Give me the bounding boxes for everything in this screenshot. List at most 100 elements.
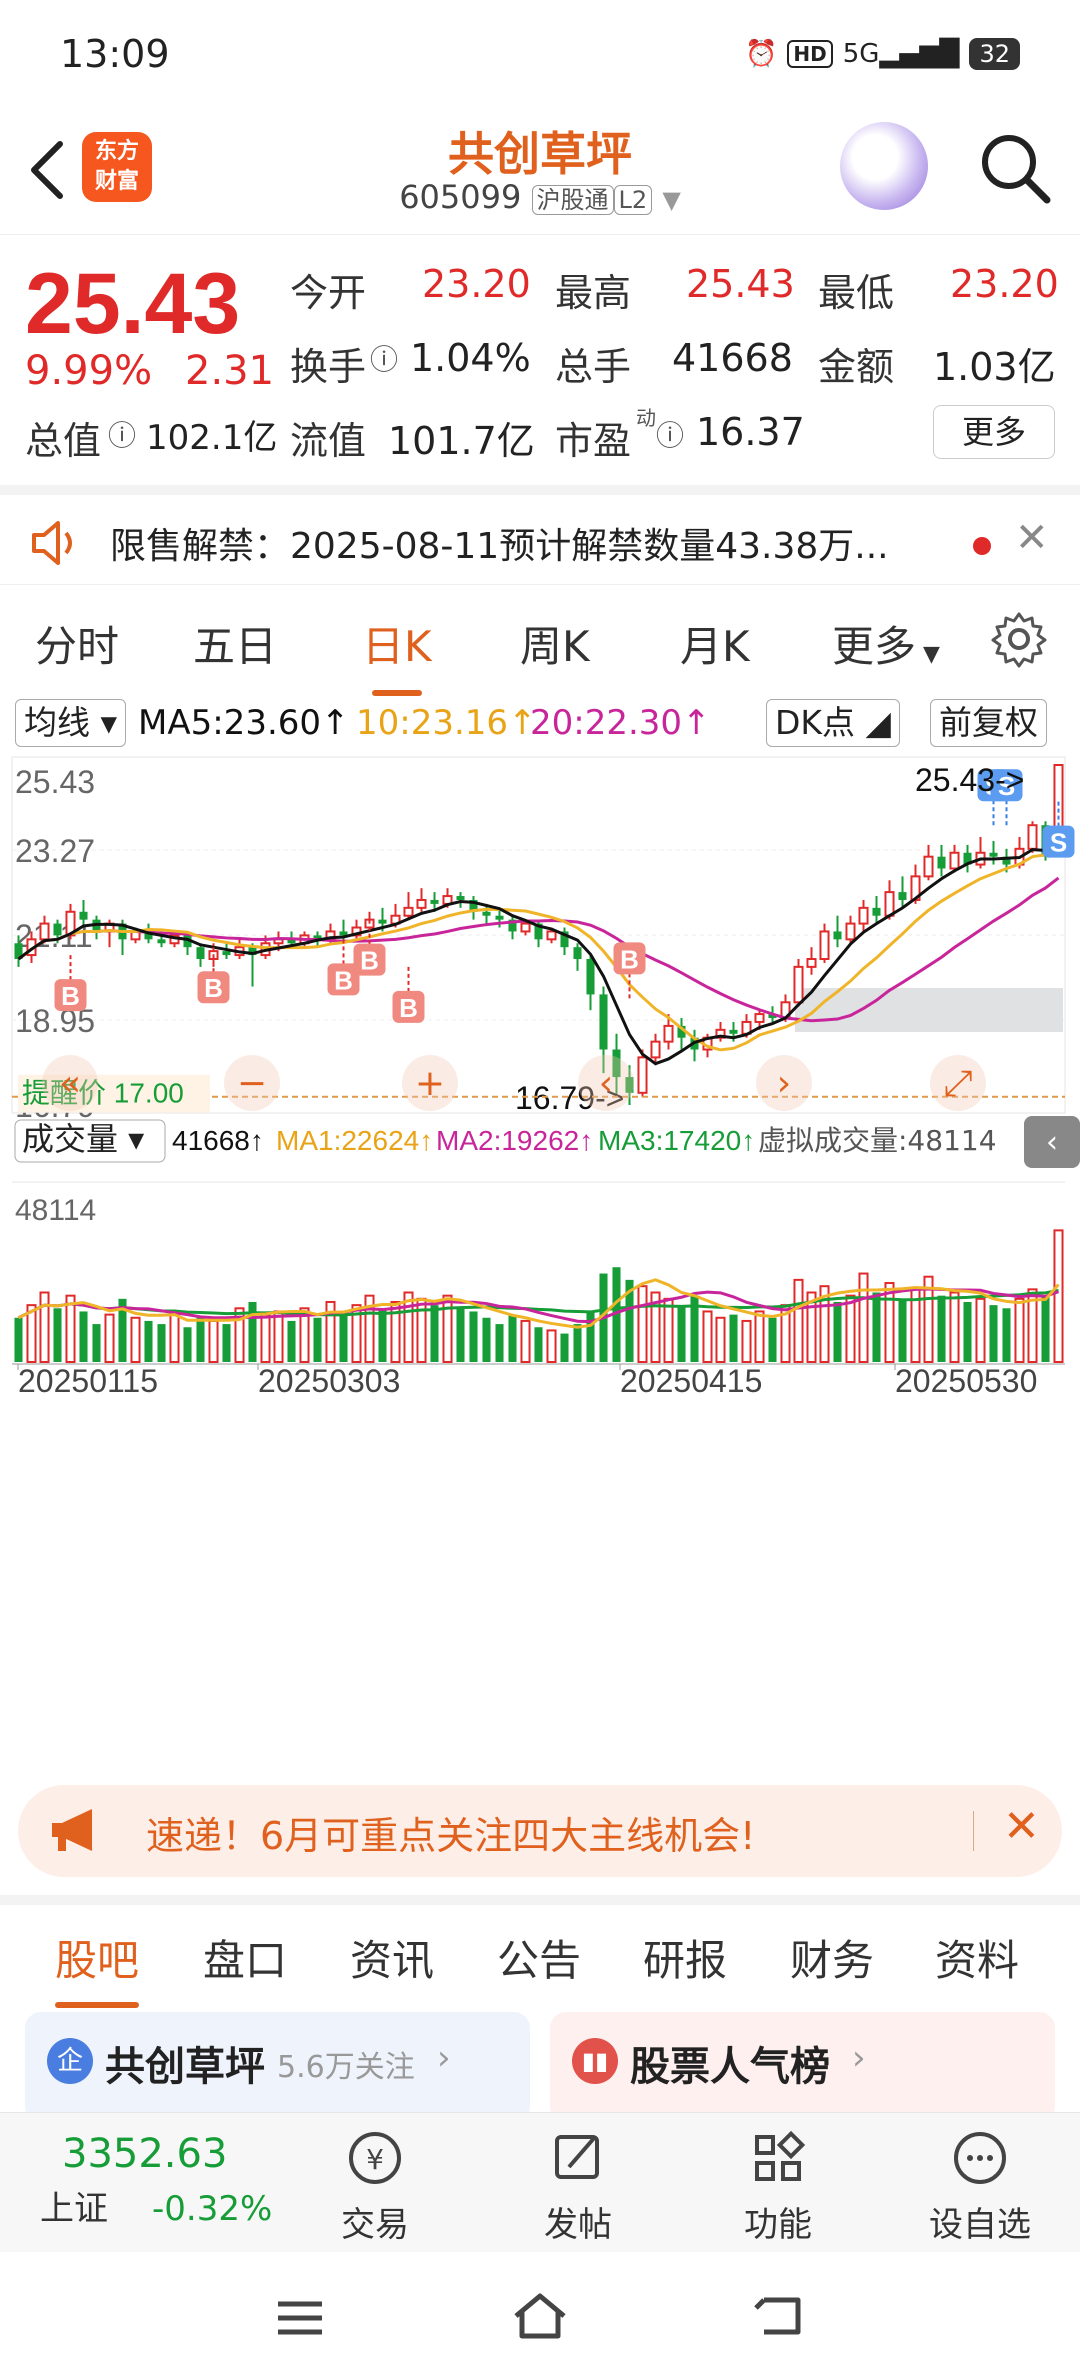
- tab-announcements[interactable]: 公告: [497, 1927, 581, 1988]
- volume-bar: [339, 1311, 348, 1362]
- volume-bar: [975, 1297, 986, 1363]
- trade-marker-letter: B: [620, 944, 639, 974]
- status-time: 13:09: [60, 32, 170, 76]
- volume-axis-label: 48114: [15, 1194, 96, 1227]
- volume-bar: [1041, 1295, 1050, 1362]
- tab-monthly-k[interactable]: 月K: [680, 613, 750, 674]
- vol-ma1-value: MA1:22624↑: [276, 1125, 433, 1156]
- volume-bar: [963, 1301, 972, 1362]
- volume-bar: [196, 1317, 205, 1362]
- info-icon[interactable]: ⓘ: [656, 414, 684, 454]
- close-icon[interactable]: ✕: [1003, 1801, 1040, 1852]
- status-icons: ⏰ HD 5G▂▄▆█ 32: [745, 38, 1020, 70]
- high-value: 25.43: [686, 262, 795, 306]
- promo-banner[interactable]: 速递！6月可重点关注四大主线机会! ✕: [18, 1785, 1062, 1877]
- svg-text:¥: ¥: [366, 2143, 384, 2176]
- index-ticker[interactable]: 3352.63 上证 -0.32%: [40, 2131, 300, 2230]
- enterprise-icon: 企: [47, 2038, 93, 2084]
- tab-daily-k[interactable]: 日K: [362, 613, 432, 696]
- tab-order-book[interactable]: 盘口: [203, 1927, 287, 1988]
- high-label: 最高: [555, 271, 632, 315]
- signal-icon: 5G▂▄▆█: [842, 39, 960, 69]
- pe-label: 市盈: [555, 419, 632, 463]
- volume-bar: [79, 1311, 88, 1362]
- volume-bar: [430, 1305, 439, 1362]
- volume-bar: [1053, 1229, 1064, 1364]
- tab-more[interactable]: 更多 ▼: [832, 613, 940, 674]
- amount-value: 1.03亿: [933, 345, 1056, 389]
- menu-icon[interactable]: [270, 2292, 330, 2342]
- close-icon[interactable]: ✕: [1015, 515, 1049, 561]
- chart-control-icon: +: [415, 1063, 445, 1104]
- candle-body: [79, 911, 88, 920]
- adjust-button[interactable]: 前复权: [930, 699, 1047, 747]
- tab-five-day[interactable]: 五日: [193, 613, 277, 674]
- pe-value: 16.37: [696, 410, 805, 454]
- trade-marker-letter: B: [360, 946, 379, 976]
- kline-svg[interactable]: 25.4323.2721.1118.9516.79BBBBBBSSS25.43-…: [0, 750, 1080, 1770]
- function-button[interactable]: 功能: [698, 2123, 858, 2246]
- add-watchlist-button[interactable]: 设自选: [900, 2123, 1060, 2246]
- assistant-robot-icon[interactable]: [840, 122, 928, 210]
- candle-body: [456, 896, 465, 900]
- pe-dynamic-sup: 动: [636, 406, 656, 430]
- volume-bar: [937, 1295, 946, 1362]
- volume-bar: [793, 1278, 804, 1364]
- info-icon[interactable]: ⓘ: [370, 338, 398, 378]
- back-icon[interactable]: [750, 2290, 810, 2340]
- volume-bar: [456, 1308, 465, 1362]
- hd-icon: HD: [787, 40, 833, 68]
- indicator-selector[interactable]: 均线 ▾: [15, 699, 127, 747]
- stock-code: 605099: [399, 178, 522, 216]
- volume-value: 41668: [672, 336, 793, 380]
- tab-profile[interactable]: 资料: [935, 1927, 1019, 1988]
- status-bar: 13:09 ⏰ HD 5G▂▄▆█ 32: [0, 0, 1080, 110]
- chart-control-icon: −: [237, 1063, 267, 1104]
- candle-body: [898, 892, 907, 900]
- popularity-card[interactable]: ▮▮ 股票人气榜 ›: [550, 2012, 1055, 2122]
- tab-weekly-k[interactable]: 周K: [520, 613, 590, 674]
- candle-body: [858, 906, 869, 925]
- volume-bar: [104, 1313, 115, 1364]
- candle-body: [196, 947, 205, 960]
- candle-body: [546, 930, 557, 941]
- gear-icon[interactable]: [990, 610, 1048, 668]
- candle-body: [845, 922, 856, 941]
- volume-bar: [39, 1291, 50, 1364]
- search-icon[interactable]: [975, 128, 1055, 208]
- quote-panel: 25.43 9.99% 2.31 今开 23.20 最高 25.43 最低 23…: [0, 240, 1080, 470]
- candle-body: [378, 919, 387, 924]
- volume-bar: [248, 1301, 257, 1362]
- volume-bar: [754, 1310, 765, 1363]
- volume-bar: [560, 1333, 569, 1362]
- tab-guba[interactable]: 股吧: [55, 1927, 140, 2008]
- market-cap-value: 102.1亿: [146, 418, 278, 458]
- float-cap-value: 101.7亿: [388, 419, 535, 463]
- candle-body: [949, 851, 960, 870]
- trade-button[interactable]: ¥ 交易: [295, 2123, 455, 2246]
- unlock-notice-bar[interactable]: 限售解禁：2025-08-11预计解禁数量43.38万... ✕: [0, 485, 1080, 585]
- volume-bar: [169, 1310, 180, 1363]
- tab-news[interactable]: 资讯: [350, 1927, 434, 1988]
- chevron-right-icon: ›: [852, 2038, 866, 2078]
- tab-intraday[interactable]: 分时: [35, 613, 119, 674]
- candle-body: [416, 898, 427, 909]
- more-quote-button[interactable]: 更多: [933, 405, 1055, 459]
- content-tabs: 股吧 盘口 资讯 公告 研报 财务 资料: [0, 1895, 1080, 2008]
- home-icon[interactable]: [510, 2288, 570, 2344]
- stock-header: 东方 财富 共创草坪 605099 沪股通 L2 ▼: [0, 110, 1080, 235]
- volume-bar: [416, 1297, 427, 1363]
- volume-bar: [989, 1305, 998, 1362]
- info-icon[interactable]: ⓘ: [108, 414, 136, 454]
- dk-point-button[interactable]: DK点 ◢: [766, 699, 900, 747]
- volume-bar: [677, 1305, 686, 1362]
- date-axis-label: 20250303: [258, 1363, 400, 1399]
- tab-finance[interactable]: 财务: [790, 1927, 874, 1988]
- ma20-value: 20:22.30↑: [530, 703, 711, 743]
- post-button[interactable]: 发帖: [498, 2123, 658, 2246]
- company-card[interactable]: 企 共创草坪 5.6万关注 ›: [25, 2012, 530, 2122]
- max-price-marker: 25.43->: [915, 762, 1024, 798]
- grid-icon: [755, 2130, 806, 2181]
- tab-research[interactable]: 研报: [643, 1927, 727, 1988]
- volume-bar: [586, 1311, 595, 1362]
